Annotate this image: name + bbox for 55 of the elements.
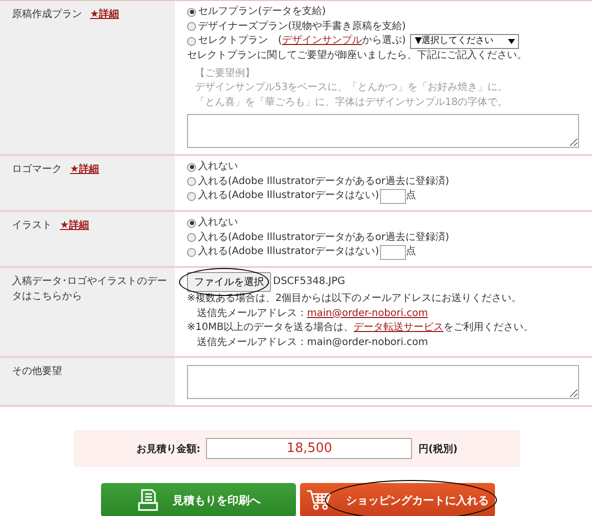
row-label: イラスト (12, 219, 52, 233)
radio-button[interactable] (187, 218, 196, 228)
info-text: 送信先メールアドレス： (197, 308, 307, 318)
estimate-label: お見積り金額: (136, 442, 200, 456)
cart-icon (306, 489, 332, 511)
option-label: 入れる(Adobe Illustratorデータはない) (198, 189, 379, 204)
design-sample-link[interactable]: デザインサンプル (282, 34, 362, 49)
detail-link[interactable]: ★詳細 (60, 218, 89, 233)
radio-button[interactable] (187, 22, 196, 32)
option-label: 入れる(Adobe Illustratorデータはない) (198, 245, 379, 260)
option-label: デザイナーズプラン(現物や手書き原稿を支給) (198, 20, 406, 34)
row-label: その他要望 (12, 364, 62, 379)
option-label: 入れない (198, 216, 238, 230)
row-label: 原稿作成プラン (12, 8, 82, 22)
unit-label: 点 (406, 245, 416, 260)
row-label: 入稿データ･ロゴやイラストのデータはこちらから (12, 274, 167, 304)
printer-icon (136, 488, 158, 512)
example-text: デザインサンプル53をベースに、「とんかつ」を「お好み焼き」に。 (195, 81, 509, 95)
option-label: セルフプラン(データを支給) (198, 5, 326, 19)
example-text: 「とん喜」を「華ごろも」に、字体はデザインサンプル18の字体で。 (195, 96, 509, 110)
request-textarea[interactable] (187, 365, 579, 399)
print-estimate-button[interactable]: 見積もりを印刷へ (101, 483, 296, 516)
link[interactable]: データ転送サービス (354, 322, 444, 333)
option-label: から選ぶ) (362, 34, 406, 48)
info-text: 送信先メールアドレス：main@order-nobori.com (197, 336, 428, 348)
request-textarea[interactable] (187, 114, 579, 148)
note-text: セレクトプランに関してご要望が御座いましたら、下記にご記入ください。 (187, 49, 528, 63)
link[interactable]: main@order-nobori.com (307, 308, 428, 318)
radio-button[interactable] (187, 248, 196, 257)
option-label: 入れない (198, 160, 238, 174)
file-name: DSCF5348.JPG (273, 274, 346, 289)
detail-link[interactable]: ★詳細 (70, 162, 99, 177)
choose-file-button[interactable]: ファイルを選択 (187, 272, 271, 292)
example-text: 【ご要望例】 (195, 66, 256, 80)
currency-label: 円(税別) (418, 442, 458, 456)
estimate-field[interactable]: 18,500 (206, 438, 412, 459)
detail-link[interactable]: ★詳細 (90, 7, 119, 22)
radio-button[interactable] (187, 192, 196, 201)
info-text: をご利用ください。 (444, 322, 534, 333)
count-field[interactable] (380, 189, 406, 204)
radio-button[interactable] (187, 37, 196, 46)
radio-button[interactable] (187, 233, 196, 242)
option-label: セレクトプラン ( (198, 34, 282, 48)
radio-button[interactable] (187, 8, 196, 17)
info-text: ※10MB以上のデータを送る場合は、 (187, 322, 354, 333)
unit-label: 点 (406, 189, 416, 204)
sample-dropdown[interactable]: ▼選択してください (410, 34, 519, 49)
option-label: 入れる(Adobe Illustratorデータがあるor過去に登録済) (198, 230, 450, 244)
count-field[interactable] (380, 245, 406, 260)
option-label: 入れる(Adobe Illustratorデータがあるor過去に登録済) (198, 174, 450, 188)
dropdown-caret-icon (508, 39, 515, 44)
row-label: ロゴマーク (12, 163, 62, 177)
radio-button[interactable] (187, 177, 196, 186)
add-to-cart-button[interactable]: ショッピングカートに入れる (300, 483, 495, 516)
radio-button[interactable] (187, 162, 196, 172)
